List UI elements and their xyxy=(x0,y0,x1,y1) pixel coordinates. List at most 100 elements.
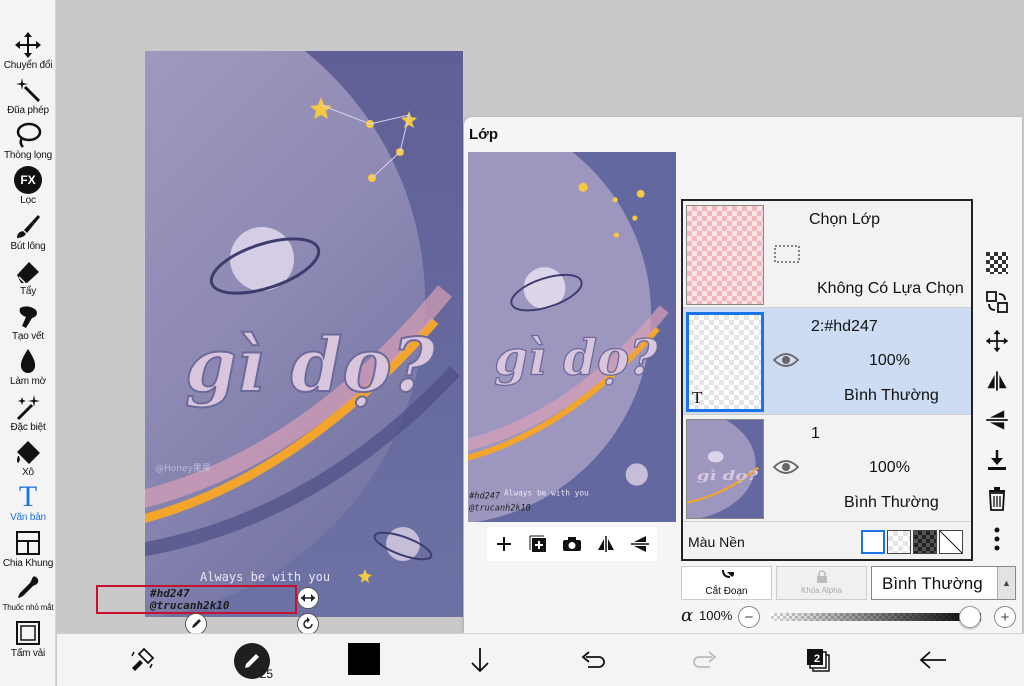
frame-divider-icon xyxy=(16,531,40,555)
layer-opacity: 100% xyxy=(869,459,910,476)
tool-bucket[interactable]: Xô xyxy=(0,438,56,478)
flip-horizontal-icon xyxy=(598,536,614,552)
arrow-down-icon xyxy=(471,648,489,673)
opacity-increase-button[interactable]: + xyxy=(994,606,1016,628)
layer-flip-vertical-button[interactable] xyxy=(980,403,1014,437)
tool-smudge[interactable]: Tạo vết xyxy=(0,302,56,342)
tool-canvas[interactable]: Tấm vải xyxy=(0,619,56,659)
eraser-icon xyxy=(17,262,39,284)
tool-label: Lọc xyxy=(20,195,36,206)
text-layer-content: #hd247 @trucanh2k10 xyxy=(150,588,229,612)
swap-icon xyxy=(986,291,1008,313)
selection-layer-row[interactable]: Chọn Lớp Không Có Lựa Chọn xyxy=(683,201,971,308)
opacity-slider-knob[interactable] xyxy=(959,606,981,628)
undo-icon xyxy=(581,651,605,668)
layers-button[interactable]: 2 xyxy=(800,642,836,678)
tool-lasso[interactable]: Thòng lọng xyxy=(0,121,56,161)
text-icon: T xyxy=(18,480,38,513)
fx-icon: FX xyxy=(14,166,42,194)
tool-label: Thuốc nhỏ mắt xyxy=(2,603,54,612)
text-resize-handle[interactable] xyxy=(297,587,319,609)
tool-frame-divider[interactable]: Chia Khung xyxy=(0,529,56,569)
preview-illustration: gì dọ? Always be with you #hd247 @trucan… xyxy=(468,152,676,522)
flip-horizontal-button[interactable] xyxy=(595,533,617,555)
layer-move-button[interactable] xyxy=(980,324,1014,358)
add-layer-button[interactable] xyxy=(493,533,515,555)
alpha-value: 100% xyxy=(699,608,733,623)
more-vertical-icon xyxy=(994,527,1000,551)
layer-subtitle: Không Có Lựa Chọn xyxy=(817,280,964,297)
text-edit-handle[interactable] xyxy=(185,613,207,635)
layer-flip-horizontal-button[interactable] xyxy=(980,364,1014,398)
redo-button[interactable] xyxy=(688,642,724,678)
canvas-preview: gì dọ? Always be with you #hd247 @trucan… xyxy=(468,152,676,522)
background-none-swatch[interactable] xyxy=(939,530,963,554)
svg-text:@trucanh2k10: @trucanh2k10 xyxy=(468,503,530,513)
layer-swap-button[interactable] xyxy=(980,285,1014,319)
flip-vertical-button[interactable] xyxy=(629,533,651,555)
tool-eyedropper[interactable]: Thuốc nhỏ mắt xyxy=(0,574,56,612)
tool-label: Xô xyxy=(22,467,34,478)
background-white-swatch[interactable] xyxy=(861,530,885,554)
tool-label: Văn bản xyxy=(10,512,46,523)
layer-row-image[interactable]: gì dọ? 1 100% Bình Thường xyxy=(683,415,971,522)
background-color-row: Màu Nền xyxy=(683,525,971,559)
download-button[interactable] xyxy=(462,642,498,678)
tool-filter[interactable]: FX Lọc xyxy=(0,166,56,206)
brush-eraser-swap-icon xyxy=(131,647,155,671)
tool-special[interactable]: Đặc biệt xyxy=(0,393,56,433)
camera-button[interactable] xyxy=(561,533,583,555)
transparency-button[interactable] xyxy=(980,246,1014,280)
svg-text:gì dọ?: gì dọ? xyxy=(697,468,759,484)
artwork-canvas[interactable]: gì dọ? Always be with you @Honey果果 xyxy=(145,51,463,617)
tool-magic-wand[interactable]: Đũa phép xyxy=(0,76,56,116)
background-label: Màu Nền xyxy=(688,534,745,550)
chevron-up-icon: ▲ xyxy=(997,567,1015,599)
svg-text:@Honey果果: @Honey果果 xyxy=(155,463,211,474)
checkerboard-icon xyxy=(986,252,1008,274)
color-swatch-button[interactable] xyxy=(348,643,380,675)
layer-thumbnail: gì dọ? xyxy=(686,419,764,519)
tool-transform[interactable]: Chuyển đổi xyxy=(0,31,56,71)
delete-layer-button[interactable] xyxy=(980,482,1014,516)
alpha-lock-button[interactable]: Khóa Alpha xyxy=(776,566,867,600)
back-button[interactable] xyxy=(915,642,951,678)
clipping-button[interactable]: Cắt Đoạn xyxy=(681,566,772,600)
more-options-button[interactable] xyxy=(980,522,1014,556)
eye-icon[interactable] xyxy=(773,458,799,476)
panel-title: Lớp xyxy=(469,126,498,143)
flip-horizontal-icon xyxy=(987,371,1007,391)
undo-button[interactable] xyxy=(574,642,610,678)
special-icon xyxy=(16,395,40,421)
background-transparent-swatch[interactable] xyxy=(887,530,911,554)
brush-size-button[interactable]: 25 xyxy=(234,643,273,681)
blend-mode-value: Bình Thường xyxy=(882,574,983,593)
plus-icon: + xyxy=(1000,608,1010,626)
tool-label: Chia Khung xyxy=(2,558,54,569)
duplicate-layer-icon xyxy=(529,535,546,552)
eye-icon[interactable] xyxy=(773,351,799,369)
tool-brush[interactable]: Bút lông xyxy=(0,212,56,252)
background-dark-swatch[interactable] xyxy=(913,530,937,554)
flip-vertical-icon xyxy=(631,536,649,552)
svg-text:#hd247: #hd247 xyxy=(468,492,501,502)
lasso-icon xyxy=(16,122,42,148)
move-icon xyxy=(985,329,1009,353)
svg-text:Always be with you: Always be with you xyxy=(200,570,330,584)
tool-label: Thòng lọng xyxy=(3,150,53,161)
tool-text[interactable]: T Văn bản xyxy=(0,480,56,524)
quick-tool-button[interactable] xyxy=(124,642,160,678)
tool-blur[interactable]: Làm mờ xyxy=(0,347,56,387)
layer-panel: Lớp gì dọ? Always be with you #hd247 @tr… xyxy=(464,117,1022,633)
duplicate-layer-button[interactable] xyxy=(527,533,549,555)
text-rotate-handle[interactable] xyxy=(297,613,319,635)
opacity-slider[interactable] xyxy=(771,606,981,628)
opacity-decrease-button[interactable]: − xyxy=(738,606,760,628)
merge-down-button[interactable] xyxy=(980,443,1014,477)
svg-text:Always be with you: Always be with you xyxy=(504,488,589,497)
text-selection-box[interactable]: #hd247 @trucanh2k10 xyxy=(96,585,297,614)
layer-row-text[interactable]: T 2:#hd247 100% Bình Thường xyxy=(683,308,971,415)
tool-eraser[interactable]: Tẩy xyxy=(0,257,56,297)
blend-mode-select[interactable]: Bình Thường ▲ xyxy=(871,566,1016,600)
magic-wand-icon xyxy=(16,78,41,103)
